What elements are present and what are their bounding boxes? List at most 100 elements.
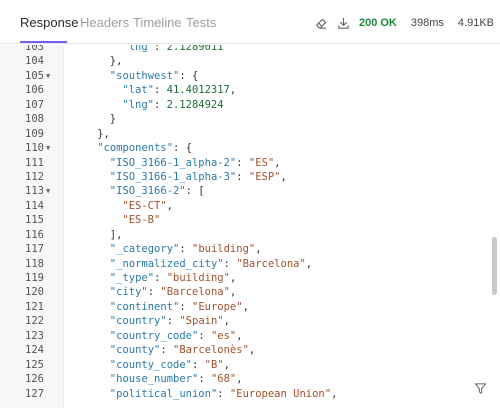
- code-line: 118 "_normalized_city": "Barcelona",: [0, 257, 500, 271]
- json-string: "ES-B": [122, 214, 161, 227]
- code-text: "lng": 2.1284924: [122, 98, 223, 112]
- json-key: "country": [109, 315, 167, 328]
- json-number: 2.1284924: [166, 98, 224, 111]
- code-line: 121 "continent": "Europe",: [0, 300, 500, 314]
- code-text: "components": {: [97, 141, 192, 155]
- code-text: "continent": "Europe",: [110, 300, 249, 314]
- fold-toggle-icon[interactable]: ▼: [46, 69, 50, 83]
- line-number: 103: [25, 45, 44, 53]
- json-string: "Barcelona": [236, 257, 306, 270]
- vertical-scrollbar[interactable]: [490, 45, 500, 408]
- json-punctuation: ,: [248, 344, 256, 357]
- json-punctuation: ,: [229, 286, 237, 299]
- fold-toggle-icon[interactable]: ▼: [46, 141, 50, 155]
- code-line: 112 "ISO_3166-1_alpha-3": "ESP",: [0, 170, 500, 184]
- line-number: 107: [25, 98, 44, 111]
- status-code-badge: 200 OK: [358, 17, 397, 29]
- code-text: "southwest": {: [110, 69, 199, 83]
- json-punctuation: :: [154, 45, 167, 53]
- line-number: 120: [25, 286, 44, 299]
- json-punctuation: : {: [179, 69, 199, 82]
- code-line: 111 "ISO_3166-1_alpha-2": "ES",: [0, 156, 500, 170]
- code-text: "county_code": "B",: [110, 358, 230, 372]
- json-punctuation: ,: [255, 243, 262, 256]
- json-punctuation: }: [109, 113, 117, 126]
- response-body-viewer[interactable]: 103 "lng": 2.1289011 104}, 105 ▼ "southwest":…: [0, 45, 500, 408]
- json-key: "components": [97, 142, 174, 155]
- json-string: "Barcelonès": [173, 344, 249, 357]
- json-punctuation: :: [154, 272, 167, 284]
- json-key: "_type": [109, 272, 155, 284]
- json-string: "ES": [248, 156, 275, 169]
- code-text: "country_code": "es",: [110, 329, 243, 343]
- json-key: "political_union": [109, 387, 218, 400]
- json-key: "ISO_3166-1_alpha-3": [109, 170, 237, 183]
- code-text: "lng": 2.1289011: [122, 45, 223, 54]
- code-line: 120 "city": "Barcelona",: [0, 285, 500, 299]
- json-punctuation: : {: [173, 142, 193, 155]
- code-text: "ISO_3166-2": [: [110, 184, 205, 198]
- tab-timeline[interactable]: Timeline: [133, 15, 182, 30]
- line-number: 116: [25, 228, 44, 241]
- json-key: "ISO_3166-1_alpha-2": [109, 156, 237, 169]
- json-key: "lng": [122, 45, 154, 53]
- code-line: 106 "lat": 41.4012317,: [0, 83, 500, 97]
- line-number: 127: [25, 387, 44, 400]
- line-number: 110: [25, 142, 44, 155]
- code-line: 115 "ES-B": [0, 213, 500, 227]
- filter-icon[interactable]: [474, 382, 488, 396]
- fold-toggle-icon[interactable]: ▼: [46, 184, 50, 198]
- code-line: 126 "house_number": "68",: [0, 372, 500, 386]
- json-string: "Barcelona": [160, 286, 230, 299]
- code-text: "_category": "building",: [110, 242, 262, 256]
- tab-headers[interactable]: Headers: [80, 15, 129, 30]
- code-text: "political_union": "European Union",: [110, 387, 338, 401]
- tab-tests[interactable]: Tests: [186, 15, 216, 30]
- json-string: "B": [204, 358, 224, 371]
- json-punctuation: },: [97, 127, 110, 140]
- code-text: "ISO_3166-1_alpha-3": "ESP",: [110, 170, 287, 184]
- line-number: 111: [25, 156, 44, 169]
- code-line: 114 "ES-CT",: [0, 199, 500, 213]
- json-key: "county": [109, 344, 161, 357]
- code-line: 107 "lng": 2.1284924: [0, 98, 500, 112]
- json-punctuation: :: [198, 373, 211, 386]
- code-line: 105 ▼ "southwest": {: [0, 69, 500, 83]
- json-punctuation: :: [191, 358, 205, 371]
- download-icon[interactable]: [337, 16, 351, 30]
- json-punctuation: ,: [223, 315, 230, 328]
- tab-response[interactable]: Response: [20, 15, 79, 30]
- line-number: 113: [25, 185, 44, 198]
- line-number: 115: [25, 214, 44, 227]
- code-text: "ES-CT",: [122, 199, 173, 213]
- code-text: }: [110, 112, 116, 126]
- scrollbar-thumb[interactable]: [492, 237, 497, 295]
- json-punctuation: :: [179, 300, 192, 313]
- json-punctuation: ,: [166, 199, 173, 212]
- json-key: "country_code": [109, 329, 199, 342]
- code-line: 113 ▼ "ISO_3166-2": [: [0, 184, 500, 198]
- code-text: "house_number": "68",: [110, 372, 243, 386]
- code-text: },: [110, 54, 123, 68]
- json-punctuation: :: [160, 344, 174, 357]
- json-punctuation: :: [198, 329, 211, 342]
- code-line: 104},: [0, 54, 500, 68]
- code-line: 116],: [0, 228, 500, 242]
- json-punctuation: },: [109, 55, 123, 68]
- json-key: "continent": [109, 300, 180, 313]
- code-line: 108}: [0, 112, 500, 126]
- json-key: "house_number": [109, 373, 199, 386]
- json-key: "_normalized_city": [109, 257, 224, 270]
- line-number: 114: [25, 199, 44, 212]
- code-text: "ISO_3166-1_alpha-2": "ES",: [110, 156, 281, 170]
- json-punctuation: ,: [236, 373, 243, 386]
- line-number: 126: [25, 373, 44, 386]
- json-punctuation: :: [166, 315, 180, 328]
- line-number: 117: [25, 243, 44, 256]
- json-string: "ESP": [248, 170, 281, 183]
- response-size: 4.91KB: [457, 17, 494, 29]
- code-line: 125 "county_code": "B",: [0, 358, 500, 372]
- json-key: "county_code": [109, 358, 192, 371]
- eraser-icon[interactable]: [315, 16, 329, 30]
- code-line: 127 "political_union": "European Union",: [0, 387, 500, 401]
